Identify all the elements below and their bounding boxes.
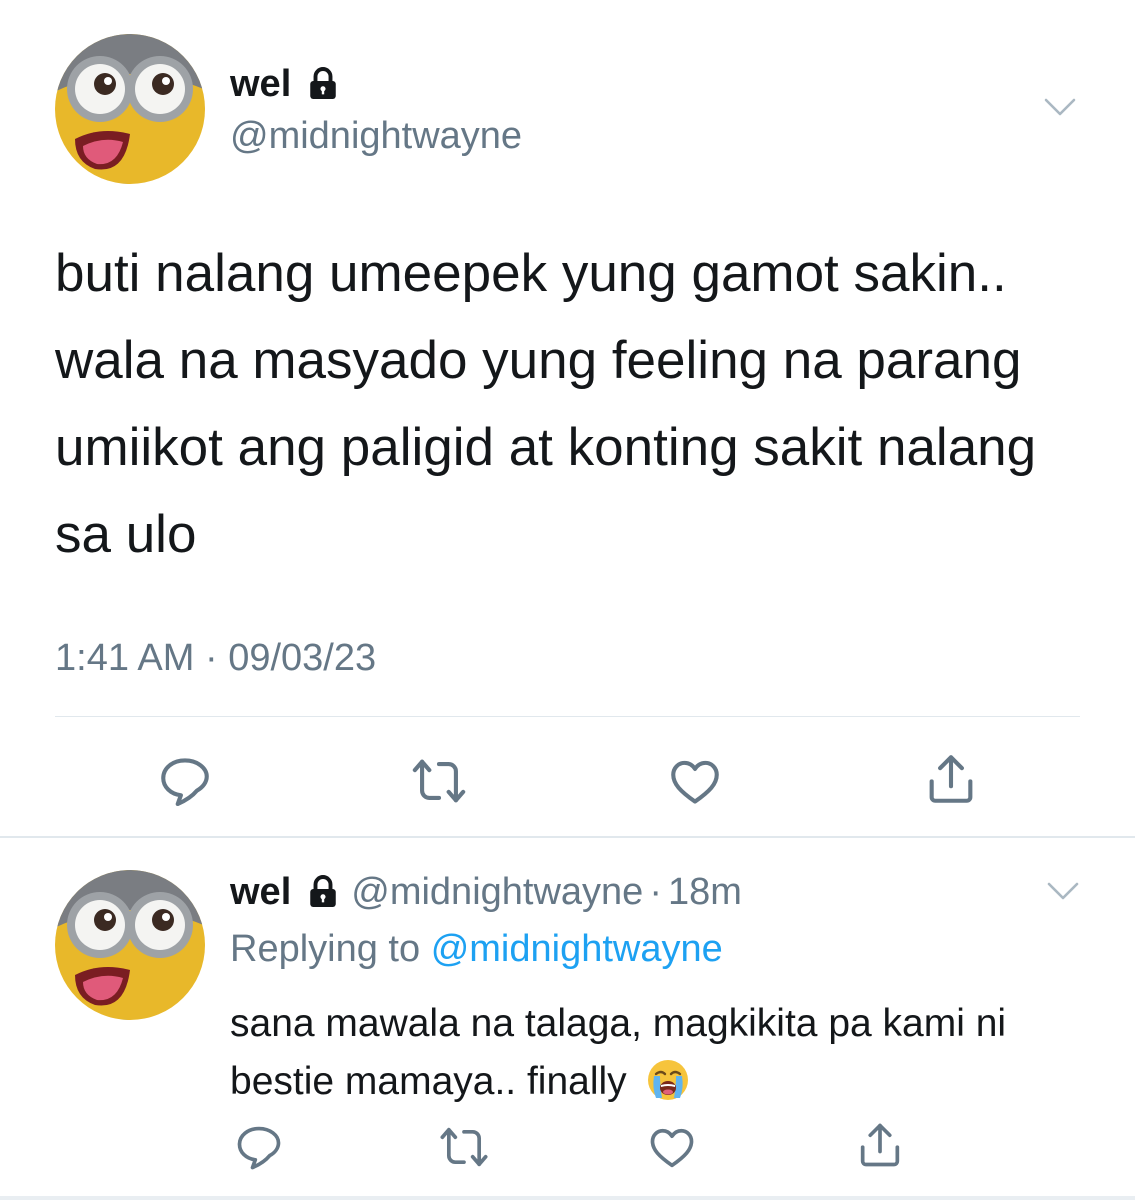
- user-handle[interactable]: @midnightwayne: [351, 868, 643, 916]
- share-icon: [922, 750, 980, 808]
- replying-prefix: Replying to: [230, 928, 421, 970]
- chevron-down-icon[interactable]: [1043, 876, 1083, 906]
- like-icon: [646, 1121, 698, 1173]
- retweet-icon: [410, 752, 468, 810]
- share-button[interactable]: [922, 750, 980, 808]
- mention-link[interactable]: @midnightwayne: [431, 928, 723, 970]
- retweet-icon: [438, 1121, 490, 1173]
- tweet-text: sana mawala na talaga, magkikita pa kami…: [230, 1002, 1007, 1103]
- like-icon: [666, 752, 724, 810]
- relative-time[interactable]: 18m: [668, 868, 742, 916]
- lock-icon: [305, 66, 341, 102]
- avatar[interactable]: [55, 34, 205, 184]
- tweet-timestamp[interactable]: 1:41 AM · 09/03/23: [55, 633, 376, 683]
- retweet-button[interactable]: [438, 1121, 490, 1173]
- tweet-text: buti nalang umeepek yung gamot sakin.. w…: [55, 244, 1037, 564]
- chevron-down-icon[interactable]: [1040, 92, 1080, 122]
- divider: [0, 836, 1135, 838]
- user-handle[interactable]: @midnightwayne: [230, 114, 522, 158]
- reply-header: wel @midnightwayne · 18m: [230, 868, 742, 916]
- loudly-crying-face-emoji: [647, 1060, 688, 1100]
- display-name[interactable]: wel: [230, 868, 291, 916]
- reply-icon: [156, 752, 214, 810]
- like-button[interactable]: [666, 752, 724, 810]
- divider: [0, 1196, 1135, 1200]
- separator: ·: [649, 871, 662, 913]
- reply-icon: [233, 1121, 285, 1173]
- like-button[interactable]: [646, 1121, 698, 1173]
- share-button[interactable]: [854, 1119, 906, 1171]
- share-icon: [854, 1119, 906, 1171]
- avatar[interactable]: [55, 870, 205, 1020]
- lock-icon: [305, 874, 341, 910]
- replying-to: Replying to @midnightwayne: [230, 925, 723, 973]
- divider: [55, 716, 1080, 717]
- display-name[interactable]: wel: [230, 62, 341, 106]
- display-name-text: wel: [230, 63, 292, 105]
- retweet-button[interactable]: [410, 752, 468, 810]
- reply-text-container: sana mawala na talaga, magkikita pa kami…: [230, 995, 1110, 1111]
- reply-button[interactable]: [156, 752, 214, 810]
- reply-button[interactable]: [233, 1121, 285, 1173]
